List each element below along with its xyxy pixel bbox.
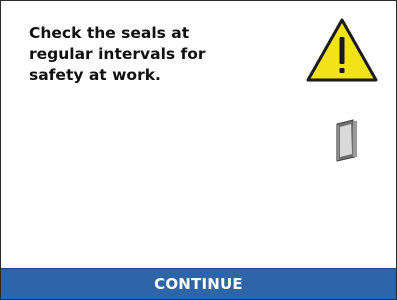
continue-button[interactable]: CONTINUE: [1, 268, 396, 299]
instruction-screen: Check the seals at regular intervals for…: [0, 0, 397, 300]
instruction-message: Check the seals at regular intervals for…: [29, 24, 206, 84]
warning-triangle-icon: [306, 18, 378, 82]
door-seal-icon: [336, 119, 357, 162]
